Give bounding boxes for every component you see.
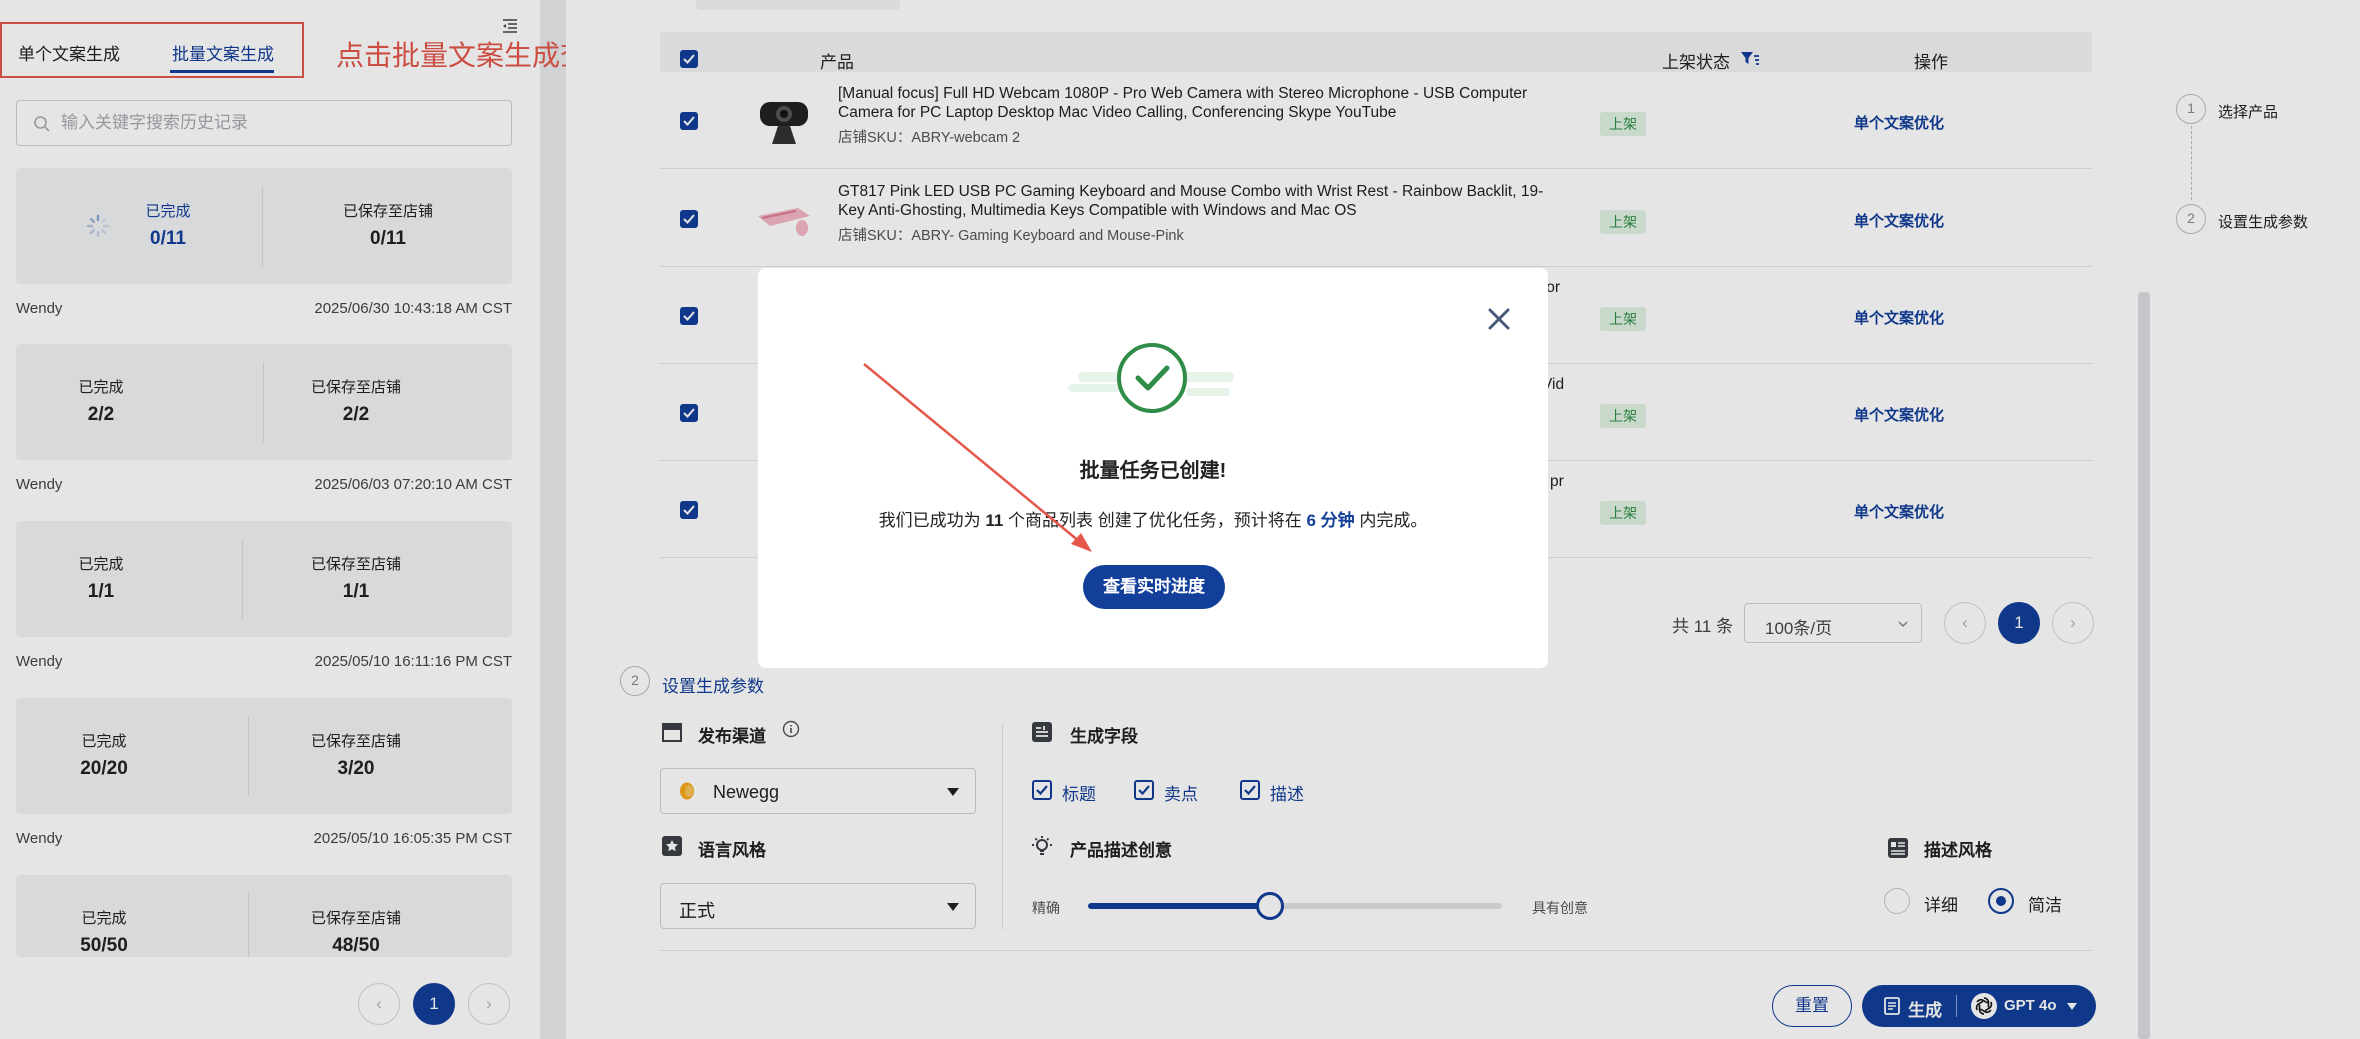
dialog-message: 我们已成功为 11 个商品列表 创建了优化任务，预计将在 6 分钟 内完成。	[758, 506, 1548, 531]
task-count: 11	[985, 511, 1004, 530]
batch-task-created-dialog: 批量任务已创建! 我们已成功为 11 个商品列表 创建了优化任务，预计将在 6 …	[758, 268, 1548, 668]
message-suffix: 内完成。	[1359, 511, 1428, 530]
message-middle: 个商品列表 创建了优化任务，预计将在	[1008, 511, 1302, 530]
close-icon[interactable]	[1484, 304, 1514, 334]
view-progress-button[interactable]: 查看实时进度	[1083, 565, 1225, 609]
dialog-title: 批量任务已创建!	[1079, 460, 1227, 482]
success-check-icon	[1068, 343, 1234, 413]
eta-value: 6 分钟	[1306, 511, 1355, 530]
message-prefix: 我们已成功为	[878, 511, 981, 530]
